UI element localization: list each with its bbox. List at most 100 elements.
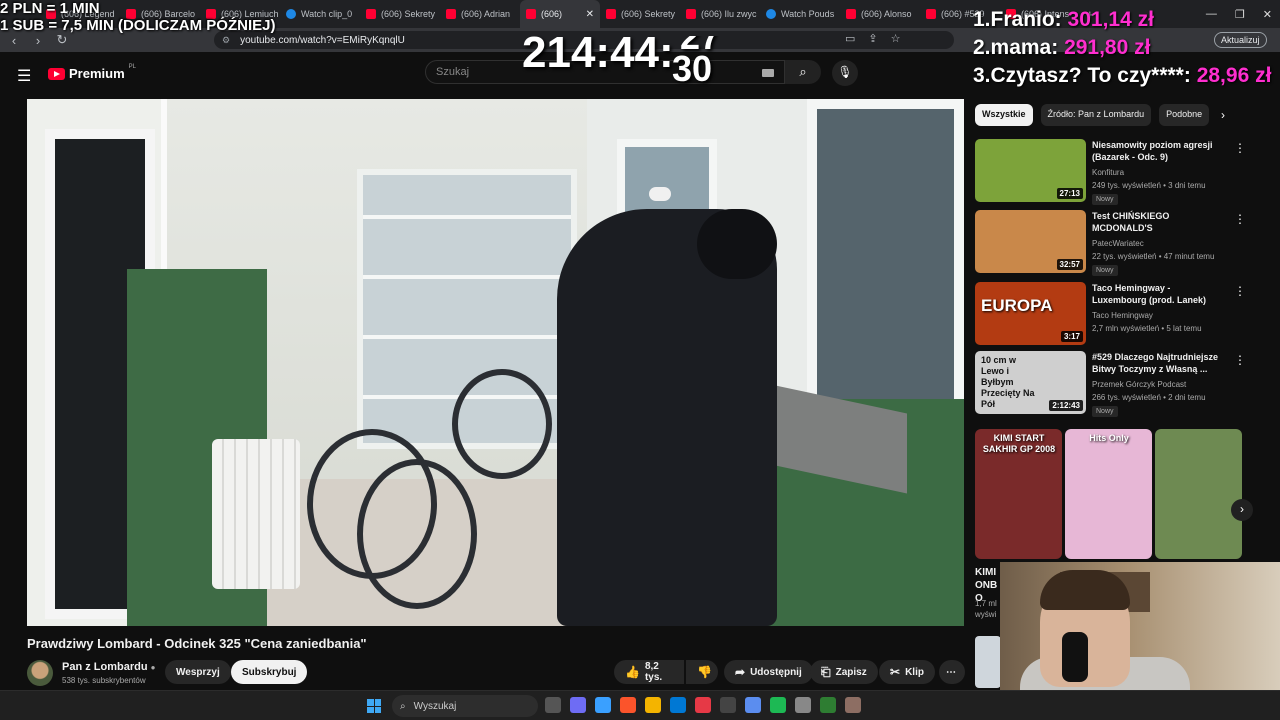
share-icon[interactable]: ⇪	[868, 32, 877, 45]
video-thumbnail[interactable]: 27:13	[975, 139, 1086, 202]
recommended-video[interactable]: EUROPA 3:17 Taco Hemingway - Luxembourg (p…	[975, 282, 1275, 350]
browser-tab[interactable]: (606) ✕	[520, 0, 600, 28]
tab-close-icon[interactable]: ✕	[586, 9, 594, 20]
short-caption: KIMI START SAKHIR GP 2008	[982, 433, 1056, 454]
more-actions-button[interactable]: ⋯	[939, 660, 965, 684]
back-icon[interactable]: ‹	[4, 33, 24, 48]
more-vert-icon[interactable]: ⋮	[1234, 212, 1246, 226]
taskbar-search[interactable]: ⌕ Wyszukaj	[392, 695, 538, 717]
taskbar-app-icon[interactable]	[745, 697, 761, 713]
taskbar-app-icon[interactable]	[720, 697, 736, 713]
video-title[interactable]: #529 Dlaczego Najtrudniejsze Bitwy Toczy…	[1092, 351, 1227, 375]
menu-icon[interactable]: ☰	[17, 66, 31, 86]
video-duration: 3:17	[1060, 331, 1083, 342]
next-video-thumbnail[interactable]	[975, 636, 1001, 688]
streamer-webcam	[1000, 562, 1280, 692]
browser-tab[interactable]: (606) Alonso	[840, 0, 920, 28]
tab-favicon-icon	[366, 9, 376, 19]
recommended-video[interactable]: 32:57 Test CHIŃSKIEGO MCDONALD'S PatecWari…	[975, 210, 1275, 278]
taskbar-app-icon[interactable]	[595, 697, 611, 713]
youtube-logo[interactable]: Premium PL	[48, 64, 136, 81]
save-button[interactable]: ⎗ Zapisz	[810, 660, 878, 684]
video-title[interactable]: Taco Hemingway - Luxembourg (prod. Lanek…	[1092, 282, 1227, 306]
like-button[interactable]: 👍 8,2 tys.	[614, 660, 684, 684]
taskbar-app-icon[interactable]	[620, 697, 636, 713]
taskbar-app-icon[interactable]	[670, 697, 686, 713]
share-arrow-icon: ➦	[735, 665, 746, 679]
cast-icon[interactable]: ▭	[845, 32, 855, 45]
bookmark-icon: ⎗	[821, 664, 831, 679]
dislike-button[interactable]: 👎	[686, 660, 718, 684]
browser-tab[interactable]: Watch Pouds	[760, 0, 840, 28]
new-badge: Nowy	[1092, 194, 1118, 205]
chips-next-icon[interactable]: ›	[1221, 108, 1225, 122]
browser-tab[interactable]: Watch clip_0	[280, 0, 360, 28]
video-meta: 2,7 mln wyświetleń • 5 lat temu	[1092, 324, 1202, 333]
channel-subscribers: 538 tys. subskrybentów	[62, 676, 146, 685]
tab-favicon-icon	[686, 9, 696, 19]
browser-tab[interactable]: (606) Ilu zwyc	[680, 0, 760, 28]
taskbar-app-icon[interactable]	[570, 697, 586, 713]
donor-rank: 1.	[973, 8, 991, 31]
more-vert-icon[interactable]: ⋮	[1234, 353, 1246, 367]
video-channel[interactable]: PatecWariatec	[1092, 239, 1144, 248]
channel-name[interactable]: Pan z Lombardu	[62, 661, 148, 673]
video-title[interactable]: Niesamowity poziom agresji (Bazarek - Od…	[1092, 139, 1227, 163]
share-button[interactable]: ➦ Udostępnij	[724, 660, 813, 684]
taskbar-app-icon[interactable]	[695, 697, 711, 713]
star-icon[interactable]: ☆	[891, 32, 901, 45]
browser-tab[interactable]: (606) Sekrety	[600, 0, 680, 28]
video-player[interactable]	[27, 99, 964, 626]
more-vert-icon[interactable]: ⋮	[1234, 141, 1246, 155]
keyboard-icon[interactable]	[762, 69, 774, 77]
search-button[interactable]: ⌕	[785, 60, 821, 84]
rate-sub: 1 SUB = 7,5 MIN (DOLICZAM PÓŹNIEJ)	[0, 17, 276, 34]
channel-avatar[interactable]	[27, 660, 53, 686]
video-thumbnail[interactable]: EUROPA 3:17	[975, 282, 1086, 345]
filter-chip[interactable]: Wszystkie	[975, 104, 1033, 126]
browser-tab[interactable]: (606) Adrian	[440, 0, 520, 28]
filter-chip[interactable]: Podobne	[1159, 104, 1210, 126]
clip-button[interactable]: ✂ Klip	[879, 660, 935, 684]
share-label: Udostępnij	[750, 666, 802, 678]
video-title[interactable]: Test CHIŃSKIEGO MCDONALD'S	[1092, 210, 1227, 234]
taskbar-app-icon[interactable]	[545, 697, 561, 713]
taskbar-app-icon[interactable]	[795, 697, 811, 713]
taskbar-app-icon[interactable]	[845, 697, 861, 713]
donor-row: 3.Czytasz? To czy****: 28,96 zł	[973, 62, 1271, 90]
clip-label: Klip	[905, 666, 924, 678]
taskbar-app-icon[interactable]	[645, 697, 661, 713]
recommended-video[interactable]: 10 cm w Lewo i Byłbym Przecięty Na Pół 2:…	[975, 351, 1275, 419]
taskbar-app-icon[interactable]	[820, 697, 836, 713]
shorts-next-icon[interactable]: ›	[1231, 499, 1253, 521]
browser-tab[interactable]: (606) Sekrety	[360, 0, 440, 28]
more-vert-icon[interactable]: ⋮	[1234, 284, 1246, 298]
video-thumbnail[interactable]: 10 cm w Lewo i Byłbym Przecięty Na Pół 2:…	[975, 351, 1086, 414]
tab-title: Watch clip_0	[301, 9, 353, 19]
short-video[interactable]: KIMI START SAKHIR GP 2008	[975, 429, 1062, 559]
shorts-shelf: KIMI START SAKHIR GP 2008 Hits Only ›	[975, 429, 1253, 559]
tab-title: (606)	[541, 9, 563, 19]
subscribe-button[interactable]: Subskrybuj	[231, 660, 308, 684]
thumbs-down-icon: 👎	[697, 665, 712, 679]
short-video[interactable]	[1155, 429, 1242, 559]
new-badge: Nowy	[1092, 265, 1118, 276]
video-thumbnail[interactable]: 32:57	[975, 210, 1086, 273]
forward-icon[interactable]: ›	[28, 33, 48, 48]
reload-icon[interactable]: ↻	[52, 32, 72, 48]
video-channel[interactable]: Przemek Górczyk Podcast	[1092, 380, 1186, 389]
tab-title: (606) Sekrety	[381, 9, 436, 19]
short-video[interactable]: Hits Only	[1065, 429, 1152, 559]
donor-name: Franio:	[990, 8, 1062, 31]
taskbar-app-icon[interactable]	[770, 697, 786, 713]
video-channel[interactable]: Taco Hemingway	[1092, 311, 1153, 320]
voice-search-button[interactable]: 🎙	[832, 60, 858, 86]
filter-chip[interactable]: Źródło: Pan z Lombardu	[1040, 104, 1152, 126]
save-label: Zapisz	[835, 666, 867, 678]
recommended-video[interactable]: 27:13 Niesamowity poziom agresji (Bazarek…	[975, 139, 1275, 207]
site-info-icon[interactable]: ⚙	[222, 35, 230, 46]
video-channel[interactable]: Konfitura	[1092, 168, 1124, 177]
windows-start-icon[interactable]	[367, 699, 381, 713]
support-button[interactable]: Wesprzyj	[165, 660, 231, 684]
channel-name-row[interactable]: Pan z Lombardu ●	[62, 661, 155, 673]
